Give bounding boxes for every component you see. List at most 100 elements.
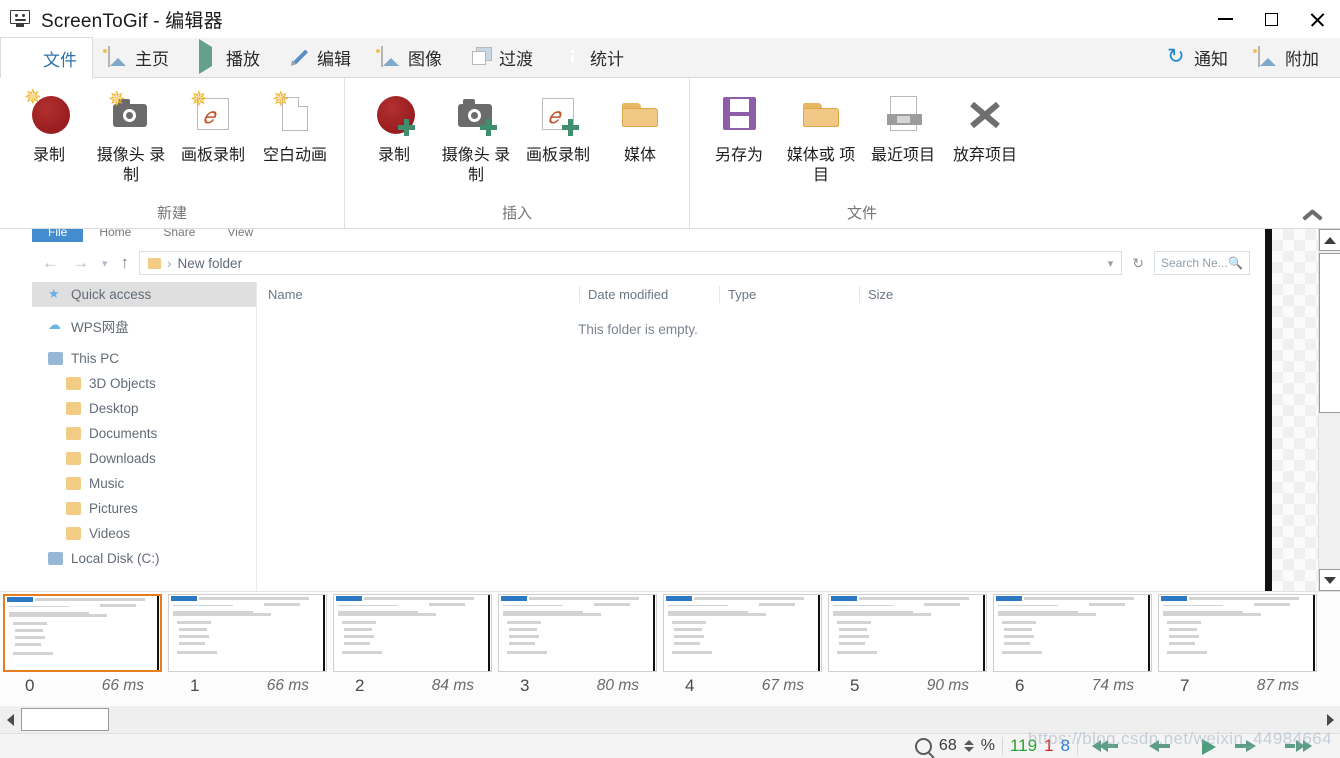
frame-item[interactable]: 0 66 ms [0,592,165,705]
image-icon [381,46,401,67]
scroll-down-button[interactable] [1319,569,1340,591]
insert-webcam-icon [453,92,499,138]
frame-list[interactable]: 0 66 ms 1 66 ms 2 84 ms 3 80 ms 4 67 ms … [0,591,1340,705]
addon-icon [1258,46,1278,67]
discard-project-icon [962,92,1008,138]
ribbon-tab-strip: 文件 主页 播放 编辑 图像 过渡 统计 ↻ 通知 附加 [0,37,1340,78]
previous-frame-button[interactable] [1144,736,1174,756]
explorer-nav-icons: ← → ▾ ↑ [32,253,129,273]
scroll-up-button[interactable] [1319,229,1340,251]
new-blank-label: 空白动画 [262,147,327,164]
open-media-icon [798,92,844,138]
ribbon-group-file: 另存为 媒体或 项目 最近项目 放弃项目 文件 [689,78,1034,228]
ribbon-collapse-button[interactable] [1296,200,1330,226]
new-webcam-button[interactable]: ✵ 摄像头 录制 [90,86,172,186]
vertical-scroll-thumb[interactable] [1319,253,1340,413]
stepper-up-icon[interactable] [963,740,974,745]
frame-thumbnail [498,594,657,672]
explorer-search-field: Search Ne... 🔍 [1154,251,1250,275]
ribbon-group-file-label: 文件 [846,205,877,222]
zoom-stepper[interactable] [963,740,974,752]
ribbon-group-new-label: 新建 [156,205,187,222]
close-icon [1309,11,1326,28]
chevron-down-icon: ▾ [1107,257,1114,270]
explorer-sidebar-label: Quick access [71,287,152,302]
tab-edit[interactable]: 编辑 [275,37,366,77]
tab-image[interactable]: 图像 [366,37,457,77]
tab-transition-label: 过渡 [499,49,533,69]
explorer-sidebar-item-pictures: Pictures [32,496,256,521]
scroll-left-button[interactable] [0,706,20,733]
folder-documents-icon [66,427,81,440]
explorer-sidebar-label: WPS网盘 [71,319,129,335]
up-icon: ↑ [120,253,130,272]
save-as-label: 另存为 [714,147,763,164]
last-frame-button[interactable] [1285,736,1324,756]
insert-record-button[interactable]: 录制 [353,86,435,166]
tab-addons[interactable]: 附加 [1243,37,1334,77]
new-record-button[interactable]: ✵ 录制 [8,86,90,166]
tab-transition[interactable]: 过渡 [457,37,548,77]
tab-playback[interactable]: 播放 [184,37,275,77]
preview-vertical-scrollbar[interactable] [1318,229,1340,591]
frame-duration: 67 ms [761,677,804,694]
maximize-button[interactable] [1248,0,1294,38]
frame-item[interactable]: 2 84 ms [330,592,495,705]
insert-webcam-button[interactable]: 摄像头 录制 [435,86,517,186]
frame-index: 0 [25,676,35,695]
tab-statistics[interactable]: 统计 [548,37,639,77]
insert-media-button[interactable]: 媒体 [599,86,681,166]
frame-duration: 66 ms [266,677,309,694]
frame-item[interactable]: 6 74 ms [990,592,1155,705]
magnifier-icon[interactable] [914,737,932,755]
discard-project-button[interactable]: 放弃项目 [944,86,1026,166]
insert-webcam-label: 摄像头 录制 [441,147,511,184]
column-header-size: Size [868,286,894,302]
close-button[interactable] [1294,0,1340,38]
tab-image-label: 图像 [408,49,442,69]
frame-index: 4 [685,676,695,695]
tab-notifications[interactable]: ↻ 通知 [1152,37,1243,77]
explorer-search-placeholder: Search Ne... [1161,256,1228,270]
open-media-button[interactable]: 媒体或 项目 [780,86,862,186]
stepper-down-icon[interactable] [963,747,974,752]
save-as-button[interactable]: 另存为 [698,86,780,166]
insert-board-button[interactable]: 𝑒 画板录制 [517,86,599,166]
new-blank-button[interactable]: ✵ 空白动画 [254,86,336,166]
explorer-sidebar-label: Downloads [89,451,156,466]
chevron-down-icon [1324,576,1336,584]
preview-canvas[interactable]: File Home Share View ← → ▾ ↑ › New folde… [0,229,1340,591]
recent-project-button[interactable]: 最近项目 [862,86,944,166]
zoom-value[interactable]: 68 [939,737,957,755]
horizontal-scroll-thumb[interactable] [21,708,109,731]
minimize-button[interactable] [1202,0,1248,38]
save-icon [16,48,36,68]
tab-home[interactable]: 主页 [93,37,184,77]
total-frames-count: 119 [1009,736,1038,755]
forward-icon: → [72,253,89,272]
frame-item[interactable]: 3 80 ms [495,592,660,705]
play-button[interactable] [1194,736,1224,756]
transition-icon [472,47,492,67]
pencil-icon [290,47,310,67]
zoom-control[interactable]: 68 % [908,734,1002,758]
tab-file[interactable]: 文件 [0,37,93,78]
frame-thumbnail [663,594,822,672]
first-frame-button[interactable] [1092,736,1124,756]
info-icon [563,47,583,67]
folder-videos-icon [66,527,81,540]
frame-list-horizontal-scrollbar[interactable] [0,706,1340,733]
column-header-type: Type [720,285,860,303]
scroll-right-button[interactable] [1320,706,1340,733]
folder-music-icon [66,477,81,490]
new-board-button[interactable]: 𝑒 ✵ 画板录制 [172,86,254,166]
frame-item[interactable]: 5 90 ms [825,592,990,705]
explorer-sidebar-item-3d-objects: 3D Objects [32,371,256,396]
frame-item[interactable]: 7 87 ms [1155,592,1320,705]
folder-3d-icon [66,377,81,390]
frame-item[interactable]: 1 66 ms [165,592,330,705]
explorer-tabs: File Home Share View [32,229,269,243]
frame-item[interactable]: 4 67 ms [660,592,825,705]
next-frame-button[interactable] [1235,736,1274,756]
transparency-checkerboard [1272,229,1318,591]
